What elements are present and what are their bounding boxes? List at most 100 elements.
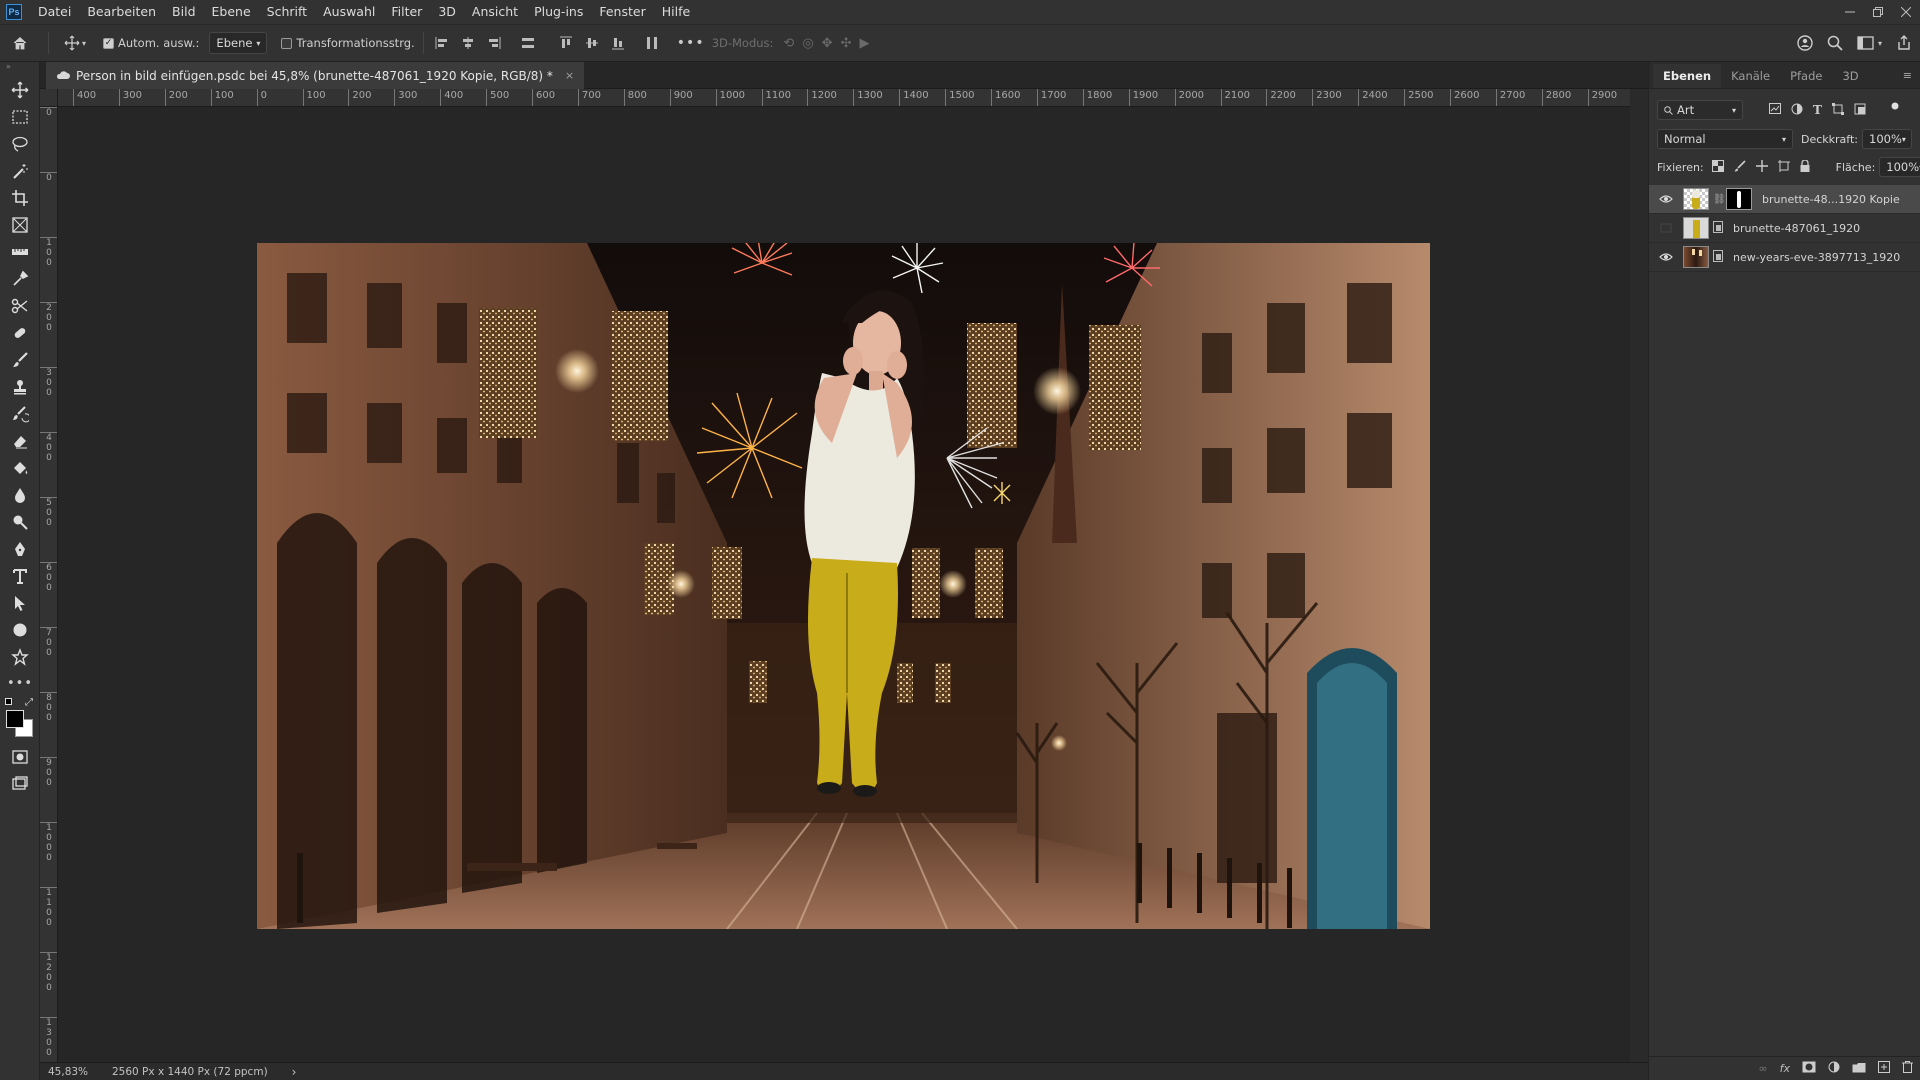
search-icon[interactable] bbox=[1827, 35, 1843, 51]
menu-item-plug-ins[interactable]: Plug-ins bbox=[526, 0, 591, 24]
scissors-tool-icon[interactable] bbox=[0, 292, 40, 319]
transform-controls-checkbox[interactable]: Transformationsstrg. bbox=[281, 36, 415, 50]
menu-item-fenster[interactable]: Fenster bbox=[591, 0, 653, 24]
layer-row[interactable]: ⛓ brunette-48...1920 Kopie bbox=[1649, 185, 1920, 214]
align-bottom-icon[interactable] bbox=[608, 36, 628, 50]
distribute-h-icon[interactable] bbox=[518, 36, 538, 50]
path-selection-tool-icon[interactable] bbox=[0, 589, 40, 616]
filter-toggle-icon[interactable] bbox=[1890, 102, 1900, 119]
quick-mask-icon[interactable] bbox=[0, 743, 40, 770]
crop-tool-icon[interactable] bbox=[0, 184, 40, 211]
layer-filter-dropdown[interactable]: Art ▾ bbox=[1657, 100, 1743, 120]
horizontal-ruler[interactable]: 400 300 200 100 0 100 200 300 400 500 600 700 800 900… bbox=[58, 89, 1630, 107]
brush-tool-icon[interactable] bbox=[0, 346, 40, 373]
vertical-scrollbar[interactable] bbox=[1630, 89, 1648, 1062]
blur-tool-icon[interactable] bbox=[0, 481, 40, 508]
delete-layer-icon[interactable] bbox=[1902, 1061, 1913, 1076]
filter-type-icon[interactable]: T bbox=[1813, 103, 1822, 117]
more-options-icon[interactable]: ••• bbox=[676, 35, 706, 51]
pen-tool-icon[interactable] bbox=[0, 535, 40, 562]
close-tab-icon[interactable]: × bbox=[565, 69, 574, 82]
align-right-icon[interactable] bbox=[484, 36, 504, 50]
marquee-tool-icon[interactable] bbox=[0, 103, 40, 130]
align-left-icon[interactable] bbox=[432, 36, 452, 50]
layer-row[interactable]: new-years-eve-3897713_1920 bbox=[1649, 243, 1920, 272]
lasso-tool-icon[interactable] bbox=[0, 130, 40, 157]
foreground-color-swatch[interactable] bbox=[6, 710, 24, 728]
add-mask-icon[interactable] bbox=[1802, 1061, 1816, 1076]
vertical-ruler[interactable]: 0 0 1 0 0 2 0 0 3 0 0 4 0 0 5 0 0 6 0 0 7 0 0 8 0… bbox=[40, 107, 58, 1062]
eyedropper-tool-icon[interactable] bbox=[0, 265, 40, 292]
filter-adjustment-icon[interactable] bbox=[1791, 103, 1803, 118]
paint-bucket-tool-icon[interactable] bbox=[0, 454, 40, 481]
lock-all-icon[interactable] bbox=[1800, 158, 1810, 175]
auto-select-checkbox[interactable]: ✓ Autom. ausw.: bbox=[103, 36, 199, 50]
document-tab[interactable]: Person in bild einfügen.psdc bei 45,8% (… bbox=[46, 62, 585, 89]
zoom-level[interactable]: 45,83% bbox=[48, 1066, 92, 1078]
menu-item-3d[interactable]: 3D bbox=[430, 0, 464, 24]
menu-item-schrift[interactable]: Schrift bbox=[259, 0, 315, 24]
align-top-icon[interactable] bbox=[556, 36, 576, 50]
panel-menu-icon[interactable]: ≡ bbox=[1903, 69, 1912, 82]
lock-position-icon[interactable] bbox=[1755, 159, 1768, 175]
more-tools-icon[interactable]: ••• bbox=[0, 670, 40, 697]
fill-field[interactable]: 100% ▾ bbox=[1879, 157, 1920, 177]
opacity-field[interactable]: 100% ▾ bbox=[1862, 129, 1912, 149]
default-colors-icon[interactable] bbox=[5, 698, 12, 705]
filter-pixel-icon[interactable] bbox=[1769, 103, 1781, 117]
type-tool-icon[interactable] bbox=[0, 562, 40, 589]
blend-mode-dropdown[interactable]: Normal ▾ bbox=[1657, 129, 1793, 149]
minimize-icon[interactable] bbox=[1836, 0, 1864, 24]
custom-shape-tool-icon[interactable] bbox=[0, 643, 40, 670]
panel-tab-kan-le[interactable]: Kanäle bbox=[1721, 64, 1780, 88]
menu-item-ebene[interactable]: Ebene bbox=[204, 0, 259, 24]
new-layer-icon[interactable] bbox=[1878, 1061, 1890, 1076]
restore-icon[interactable] bbox=[1864, 0, 1892, 24]
distribute-v-icon[interactable] bbox=[642, 36, 662, 50]
status-menu-arrow-icon[interactable]: › bbox=[292, 1065, 297, 1079]
screen-mode-icon[interactable] bbox=[0, 770, 40, 797]
menu-item-datei[interactable]: Datei bbox=[30, 0, 79, 24]
lock-artboard-icon[interactable] bbox=[1777, 159, 1790, 175]
filter-shape-icon[interactable] bbox=[1831, 102, 1844, 118]
share-icon[interactable] bbox=[1896, 35, 1912, 51]
lock-transparent-icon[interactable] bbox=[1711, 159, 1724, 175]
eraser-tool-icon[interactable] bbox=[0, 427, 40, 454]
fx-icon[interactable]: fx bbox=[1780, 1062, 1790, 1075]
ellipse-tool-icon[interactable] bbox=[0, 616, 40, 643]
layer-mask-thumbnail[interactable] bbox=[1726, 188, 1752, 210]
filter-smart-object-icon[interactable] bbox=[1854, 103, 1866, 118]
ruler-tool-icon[interactable] bbox=[0, 238, 40, 265]
panel-tab-ebenen[interactable]: Ebenen bbox=[1653, 64, 1722, 88]
align-center-h-icon[interactable] bbox=[458, 36, 478, 50]
stamp-tool-icon[interactable] bbox=[0, 373, 40, 400]
magic-wand-tool-icon[interactable] bbox=[0, 157, 40, 184]
visibility-eye-icon[interactable] bbox=[1657, 250, 1675, 264]
history-brush-tool-icon[interactable] bbox=[0, 400, 40, 427]
layer-row[interactable]: brunette-487061_1920 bbox=[1649, 214, 1920, 243]
lock-pixels-icon[interactable] bbox=[1734, 159, 1746, 175]
frame-tool-icon[interactable] bbox=[0, 211, 40, 238]
new-group-icon[interactable] bbox=[1852, 1062, 1866, 1076]
menu-item-auswahl[interactable]: Auswahl bbox=[315, 0, 383, 24]
learn-icon[interactable] bbox=[1797, 35, 1813, 51]
panel-tab-3d[interactable]: 3D bbox=[1832, 64, 1868, 88]
menu-item-filter[interactable]: Filter bbox=[383, 0, 430, 24]
document-canvas[interactable] bbox=[257, 243, 1430, 929]
link-layers-icon[interactable]: ∞ bbox=[1758, 1062, 1767, 1075]
move-tool-preset[interactable]: ▾ bbox=[57, 35, 93, 51]
swap-colors-icon[interactable]: ⤢ bbox=[25, 697, 33, 708]
panel-collapse-icon[interactable]: » bbox=[0, 62, 39, 76]
menu-item-bearbeiten[interactable]: Bearbeiten bbox=[79, 0, 164, 24]
dodge-tool-icon[interactable] bbox=[0, 508, 40, 535]
visibility-hidden-icon[interactable] bbox=[1657, 221, 1675, 235]
move-tool-icon[interactable] bbox=[0, 76, 40, 103]
photoshop-logo[interactable]: Ps bbox=[6, 4, 22, 20]
align-middle-v-icon[interactable] bbox=[582, 36, 602, 50]
workspace-icon[interactable]: ▾ bbox=[1857, 36, 1882, 50]
close-window-icon[interactable] bbox=[1892, 0, 1920, 24]
menu-item-ansicht[interactable]: Ansicht bbox=[464, 0, 526, 24]
layer-select-dropdown[interactable]: Ebene ▾ bbox=[209, 32, 268, 54]
new-adjustment-icon[interactable] bbox=[1828, 1061, 1840, 1076]
visibility-eye-icon[interactable] bbox=[1657, 192, 1675, 206]
